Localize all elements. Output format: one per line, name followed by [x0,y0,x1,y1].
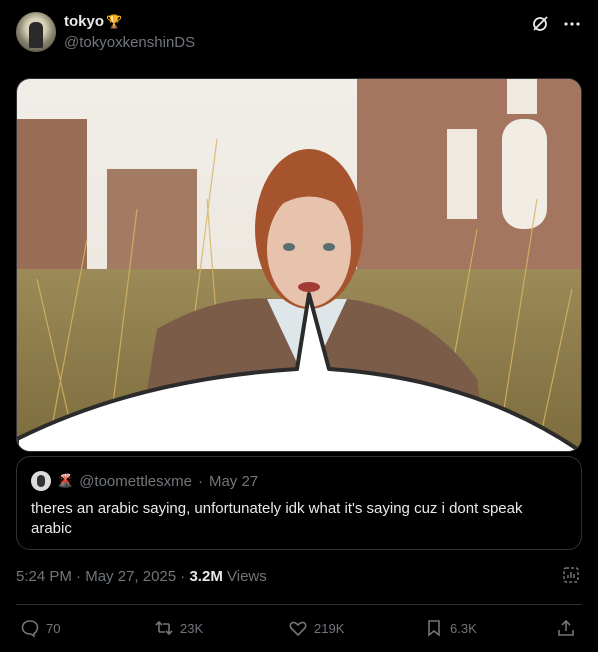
meta-separator-2: · [180,568,186,585]
reply-button[interactable]: 70 [20,618,60,638]
bookmark-button[interactable]: 6.3K [424,618,477,638]
volcano-icon: 🌋 [57,473,74,488]
quoted-text: theres an arabic saying, unfortunately i… [31,500,523,537]
bookmark-icon [428,620,440,637]
quoted-tweet[interactable]: 🌋 @toomettlesxme · May 27 theres an arab… [16,456,582,550]
meta-separator: · [76,568,82,585]
quoted-avatar[interactable] [31,471,51,491]
quoted-handle[interactable]: @toomettlesxme [79,473,192,490]
like-count: 219K [314,620,345,636]
author-name[interactable]: tokyo 🏆 [64,13,122,30]
repost-count: 23K [180,620,204,636]
action-bar: 70 23K 219K 6.3K [16,614,582,642]
more-icon[interactable] [562,14,582,34]
tweet-image[interactable] [16,78,582,452]
reply-count: 70 [46,620,61,636]
quoted-date[interactable]: May 27 [209,473,258,490]
analytics-icon[interactable] [562,566,580,589]
author-handle[interactable]: @tokyoxkenshinDS [64,34,195,51]
heart-icon [289,621,307,637]
repost-icon [155,620,173,636]
author-avatar[interactable] [16,12,56,52]
tweet-date[interactable]: May 27, 2025 [85,568,176,585]
tweet-header: tokyo 🏆 @tokyoxkenshinDS [16,12,582,54]
divider [16,604,582,605]
views-label: Views [227,568,267,585]
grok-icon[interactable] [530,14,550,34]
tweet-time[interactable]: 5:24 PM [16,568,72,585]
goblet-icon: 🏆 [106,14,123,29]
tweet-metadata: 5:24 PM · May 27, 2025 · 3.2M Views [16,568,267,585]
repost-button[interactable]: 23K [154,618,203,638]
reply-icon [21,620,39,638]
share-button[interactable] [556,618,576,638]
share-icon [558,619,574,636]
views-count: 3.2M [189,568,223,585]
bookmark-count: 6.3K [450,620,477,636]
quoted-separator: · [197,472,203,490]
like-button[interactable]: 219K [288,618,344,638]
